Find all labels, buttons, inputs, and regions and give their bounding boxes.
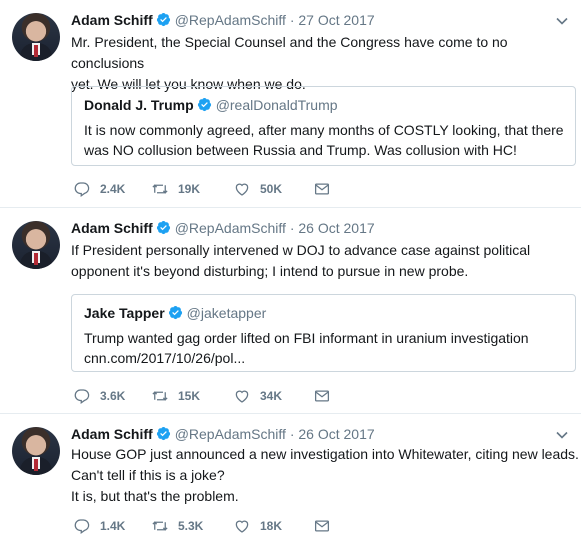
verified-icon: [156, 426, 170, 441]
tweet-text-line: House GOP just announced a new investiga…: [71, 446, 579, 462]
like-count: 34K: [260, 389, 283, 403]
reply-icon: [74, 389, 90, 404]
retweet-icon: [152, 184, 168, 194]
like-icon: [235, 520, 249, 533]
tweet-text-line: opponent it's beyond disturbing; I inten…: [71, 263, 469, 279]
reply-button[interactable]: 1.4K: [73, 516, 125, 536]
chevron-down-icon[interactable]: [555, 14, 569, 28]
like-button[interactable]: 34K: [233, 386, 282, 406]
tweet-text: If President personally intervened w DOJ…: [71, 240, 530, 282]
tweet[interactable]: Adam Schiff @RepAdamSchiff · 26 Oct 2017 …: [0, 208, 581, 414]
tweet-header: Adam Schiff @RepAdamSchiff · 27 Oct 2017: [71, 12, 375, 28]
retweet-icon: [152, 521, 168, 531]
tweet-text-line: Mr. President, the Special Counsel and t…: [71, 34, 508, 71]
reply-button[interactable]: 3.6K: [73, 386, 125, 406]
tweet-text-line: It is, but that's the problem.: [71, 488, 239, 504]
like-icon: [235, 183, 249, 196]
quote-text: Trump wanted gag order lifted on FBI inf…: [84, 328, 564, 368]
message-button[interactable]: [313, 516, 331, 536]
quote-text: It is now commonly agreed, after many mo…: [84, 120, 564, 160]
verified-icon: [197, 97, 211, 112]
tweet-actions: 2.4K 19K 50K: [73, 179, 373, 199]
retweet-count: 15K: [178, 389, 201, 403]
separator: ·: [289, 426, 295, 442]
tweet-header: Adam Schiff @RepAdamSchiff · 26 Oct 2017: [71, 220, 375, 236]
message-icon: [314, 183, 330, 195]
message-icon: [314, 520, 330, 532]
tweet-date[interactable]: 26 Oct 2017: [298, 220, 374, 236]
quote-author-handle: @realDonaldTrump: [215, 97, 338, 113]
tweet-date[interactable]: 27 Oct 2017: [298, 12, 374, 28]
like-icon: [235, 390, 249, 403]
tweet-text-line: If President personally intervened w DOJ…: [71, 242, 531, 258]
quote-text-line: Trump wanted gag order lifted on FBI inf…: [84, 330, 529, 346]
tweet-header: Adam Schiff @RepAdamSchiff · 26 Oct 2017: [71, 426, 375, 442]
tweet[interactable]: Adam Schiff @RepAdamSchiff · 26 Oct 2017 …: [0, 414, 581, 543]
author-name[interactable]: Adam Schiff: [71, 220, 153, 236]
like-button[interactable]: 50K: [233, 179, 282, 199]
separator: ·: [289, 220, 295, 236]
tweet-date[interactable]: 26 Oct 2017: [298, 426, 374, 442]
retweet-count: 5.3K: [178, 519, 204, 533]
tweet-feed: Adam Schiff @RepAdamSchiff · 27 Oct 2017 …: [0, 0, 581, 543]
reply-icon: [74, 519, 90, 534]
message-button[interactable]: [313, 386, 331, 406]
tweet[interactable]: Adam Schiff @RepAdamSchiff · 27 Oct 2017 …: [0, 0, 581, 208]
message-icon: [314, 390, 330, 402]
verified-icon: [156, 220, 170, 235]
quote-author-name: Donald J. Trump: [84, 97, 194, 113]
chevron-down-icon[interactable]: [555, 428, 569, 442]
tweet-text-line: Can't tell if this is a joke?: [71, 467, 225, 483]
verified-icon: [168, 305, 182, 320]
quote-link[interactable]: cnn.com/2017/10/26/pol...: [84, 348, 564, 368]
avatar[interactable]: [12, 221, 60, 269]
author-handle[interactable]: @RepAdamSchiff: [175, 426, 286, 442]
like-count: 18K: [260, 519, 283, 533]
like-button[interactable]: 18K: [233, 516, 282, 536]
author-handle[interactable]: @RepAdamSchiff: [175, 220, 286, 236]
author-name[interactable]: Adam Schiff: [71, 12, 153, 28]
avatar[interactable]: [12, 13, 60, 61]
tweet-actions: 1.4K 5.3K 18K: [73, 516, 373, 536]
like-count: 50K: [260, 182, 283, 196]
reply-icon: [74, 182, 90, 197]
quote-text-line: It is now commonly agreed, after many mo…: [84, 122, 564, 138]
retweet-button[interactable]: 19K: [151, 179, 200, 199]
author-handle[interactable]: @RepAdamSchiff: [175, 12, 286, 28]
reply-count: 1.4K: [100, 519, 126, 533]
quote-text-line: was NO collusion between Russia and Trum…: [84, 142, 517, 158]
retweet-count: 19K: [178, 182, 201, 196]
quote-header: Jake Tapper @jaketapper: [84, 305, 266, 321]
tweet-actions: 3.6K 15K 34K: [73, 386, 373, 406]
quoted-tweet[interactable]: Donald J. Trump @realDonaldTrump It is no…: [71, 86, 576, 166]
reply-count: 2.4K: [100, 182, 126, 196]
reply-count: 3.6K: [100, 389, 126, 403]
author-name[interactable]: Adam Schiff: [71, 426, 153, 442]
avatar[interactable]: [12, 427, 60, 475]
quote-author-name: Jake Tapper: [84, 305, 165, 321]
quote-header: Donald J. Trump @realDonaldTrump: [84, 97, 338, 113]
tweet-text: House GOP just announced a new investiga…: [71, 444, 579, 507]
message-button[interactable]: [313, 179, 331, 199]
quoted-tweet[interactable]: Jake Tapper @jaketapper Trump wanted gag …: [71, 294, 576, 372]
separator: ·: [289, 12, 295, 28]
verified-icon: [156, 12, 170, 27]
quote-author-handle: @jaketapper: [186, 305, 267, 321]
retweet-button[interactable]: 15K: [151, 386, 200, 406]
retweet-button[interactable]: 5.3K: [151, 516, 203, 536]
reply-button[interactable]: 2.4K: [73, 179, 125, 199]
retweet-icon: [152, 391, 168, 401]
